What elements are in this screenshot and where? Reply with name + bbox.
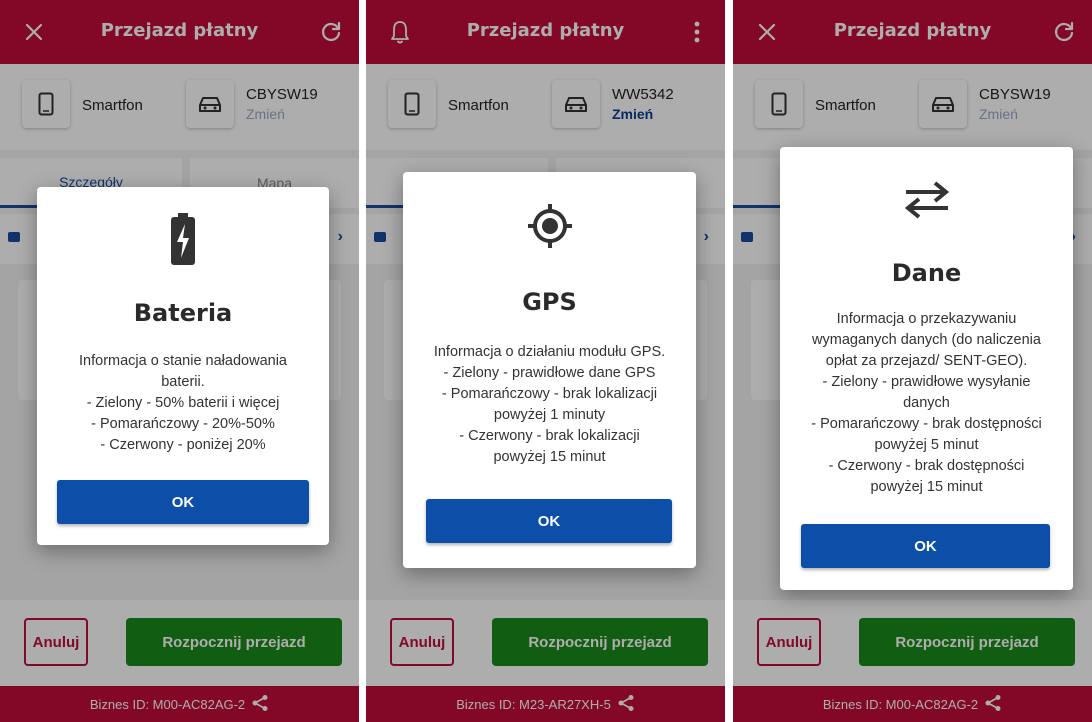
dialog-line: - Pomarańczowy - 20%-50%: [91, 416, 275, 432]
dialog-body: Informacja o stanie naładowania baterii.…: [51, 351, 315, 456]
dialog-line: - Czerwony - poniżej 20%: [100, 437, 266, 453]
dialog-line: - Pomarańczowy - brak dostępności: [811, 416, 1042, 432]
dialog-title: GPS: [522, 288, 577, 316]
dialog-line: - Zielony - prawidłowe wysyłanie: [822, 374, 1031, 390]
dialog-line: powyżej 1 minuty: [493, 407, 606, 423]
dialog-line: - Czerwony - brak dostępności: [828, 458, 1025, 474]
dialog-title: Bateria: [133, 299, 233, 327]
screen-data: Przejazd płatny Smartfon CBYSW19 Zmień ›…: [733, 0, 1092, 722]
ok-button[interactable]: OK: [57, 480, 309, 524]
dialog-line: powyżej 15 minut: [870, 479, 983, 495]
dialog-line: Informacja o stanie naładowania: [79, 353, 287, 369]
battery-charging-icon: [37, 213, 329, 265]
dialog-title: Dane: [891, 259, 962, 287]
dialog-line: - Pomarańczowy - brak lokalizacji: [441, 386, 658, 402]
dialog-line: powyżej 5 minut: [874, 437, 979, 453]
dialog-line: powyżej 15 minut: [493, 449, 606, 465]
screen-battery: Przejazd płatny Smartfon CBYSW19 Zmień S…: [0, 0, 359, 722]
screen-gps: Przejazd płatny Smartfon WW5342 Zmień › …: [366, 0, 725, 722]
swap-arrows-icon: [780, 181, 1073, 219]
gps-target-icon: [403, 202, 696, 250]
dialog-line: opłat za przejazd/ SENT-GEO).: [825, 353, 1028, 369]
dialog-line: Informacja o przekazywaniu: [836, 311, 1017, 327]
info-dialog: Dane Informacja o przekazywaniu wymagany…: [780, 147, 1073, 590]
dialog-line: danych: [903, 395, 950, 411]
info-dialog: GPS Informacja o działaniu modułu GPS. -…: [403, 172, 696, 568]
dialog-line: - Czerwony - brak lokalizacji: [459, 428, 640, 444]
ok-button[interactable]: OK: [426, 499, 672, 543]
ok-button[interactable]: OK: [801, 524, 1050, 568]
dialog-line: wymaganych danych (do naliczenia: [812, 332, 1041, 348]
dialog-line: Informacja o działaniu modułu GPS.: [433, 344, 666, 360]
dialog-body: Informacja o działaniu modułu GPS. - Zie…: [417, 342, 682, 468]
dialog-line: - Zielony - prawidłowe dane GPS: [443, 365, 656, 381]
dialog-line: baterii.: [161, 374, 205, 390]
dialog-body: Informacja o przekazywaniu wymaganych da…: [794, 309, 1059, 498]
info-dialog: Bateria Informacja o stanie naładowania …: [37, 187, 329, 545]
dialog-line: - Zielony - 50% baterii i więcej: [86, 395, 280, 411]
